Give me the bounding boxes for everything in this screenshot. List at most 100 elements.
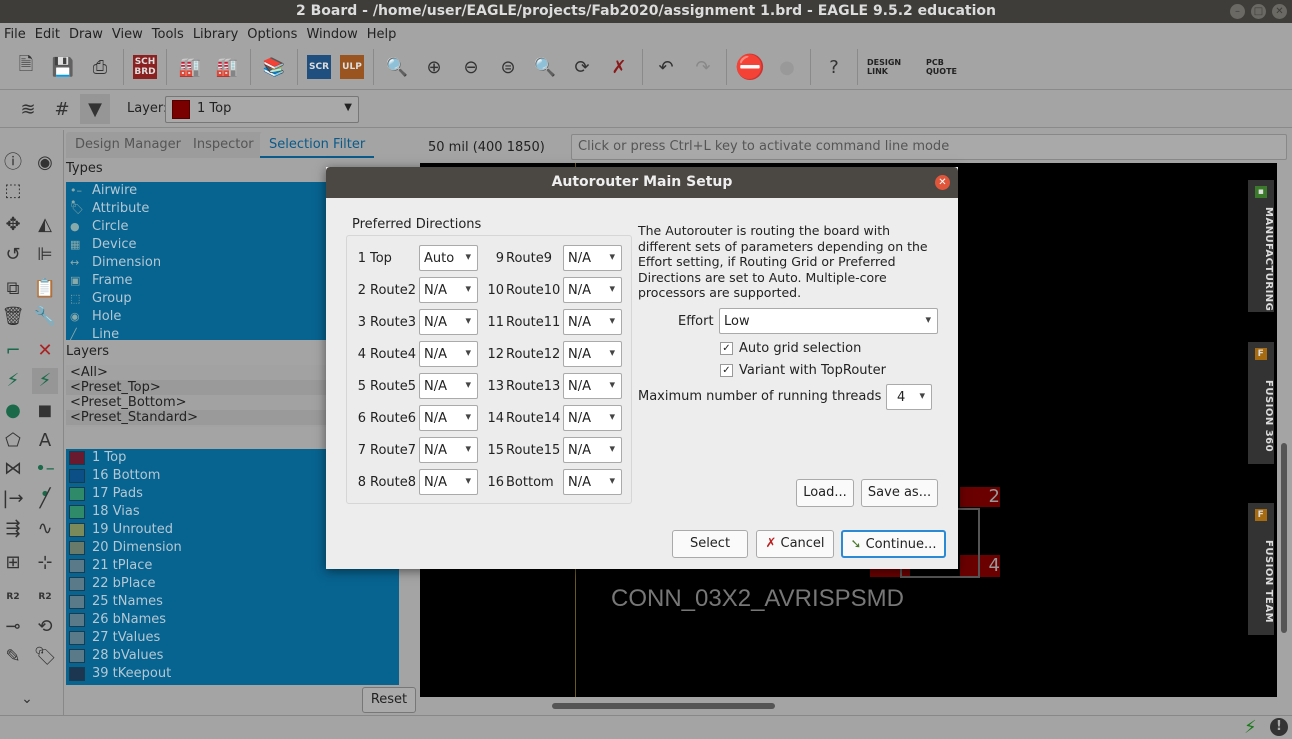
fusion-team-side-tab[interactable]: F FUSION TEAM <box>1248 503 1274 635</box>
filter-icon[interactable]: ▼ <box>80 94 110 124</box>
layer-settings-icon[interactable]: ≋ <box>14 95 42 123</box>
menu-edit[interactable]: Edit <box>31 23 65 45</box>
rotate-icon[interactable]: ↺ <box>0 242 26 268</box>
go-icon[interactable]: ● <box>773 53 801 81</box>
layer-select[interactable]: 1 Top ▼ <box>165 96 359 123</box>
variant-toprouter-checkbox[interactable]: ✓ <box>720 364 733 377</box>
signal-icon[interactable]: ⋈ <box>0 456 26 482</box>
ulp-icon[interactable]: ULP <box>340 55 364 79</box>
info-icon[interactable]: ⓘ <box>0 150 26 176</box>
hole-icon[interactable]: ◼ <box>32 398 58 424</box>
menu-view[interactable]: View <box>108 23 148 45</box>
move-icon[interactable]: ✥ <box>0 212 26 238</box>
redo-icon[interactable]: ↷ <box>689 53 717 81</box>
sch-brd-switch-icon[interactable]: SCH BRD <box>133 55 157 79</box>
select-button[interactable]: Select <box>672 530 748 558</box>
via-icon[interactable]: ● <box>0 398 26 424</box>
delete-icon[interactable]: 🗑 <box>0 304 26 330</box>
show-icon[interactable]: ◉ <box>32 150 58 176</box>
add-icon[interactable]: ⊞ <box>0 550 26 576</box>
zoom-out-icon[interactable]: ⊖ <box>457 53 485 81</box>
zoom-in-icon[interactable]: ⊕ <box>420 53 448 81</box>
open-icon[interactable]: 🗎 <box>12 53 40 81</box>
direction-select[interactable]: N/A <box>419 405 478 431</box>
layer-row[interactable]: 26 bNames <box>66 611 399 629</box>
direction-select[interactable]: Auto <box>419 245 478 271</box>
grid-icon[interactable]: # <box>48 95 76 123</box>
route-auto-icon[interactable]: ⚡ <box>32 368 58 394</box>
direction-select[interactable]: N/A <box>563 341 622 367</box>
library-icon[interactable]: 📚 <box>260 53 288 81</box>
autorouter-icon[interactable]: ⚡ <box>0 368 26 394</box>
layer-row[interactable]: 28 bValues <box>66 647 399 665</box>
ripup-icon[interactable]: ✕ <box>32 338 58 364</box>
menu-library[interactable]: Library <box>189 23 243 45</box>
direction-select[interactable]: N/A <box>419 341 478 367</box>
menu-options[interactable]: Options <box>243 23 302 45</box>
split-icon[interactable]: ⊸ <box>0 614 26 640</box>
manufacturing-export-icon[interactable]: 🏭 <box>213 53 241 81</box>
name-icon[interactable]: R2 <box>32 584 58 610</box>
menu-help[interactable]: Help <box>363 23 402 45</box>
vertical-scrollbar[interactable] <box>1277 163 1292 697</box>
zoom-area-icon[interactable]: 🔍 <box>531 53 559 81</box>
replace-icon[interactable]: ⊹ <box>32 550 58 576</box>
zoom-fit-icon[interactable]: 🔍 <box>383 53 411 81</box>
command-line-input[interactable]: Click or press Ctrl+L key to activate co… <box>571 134 1287 160</box>
layer-row[interactable]: 39 tKeepout <box>66 665 399 683</box>
dimension-icon[interactable]: |→ <box>0 486 26 512</box>
mirror-icon[interactable]: ◭ <box>32 212 58 238</box>
script-icon[interactable]: SCR <box>307 55 331 79</box>
redraw-icon[interactable]: ⟳ <box>568 53 596 81</box>
cancel-button[interactable]: ✗ Cancel <box>756 530 834 558</box>
print-icon[interactable]: ⎙ <box>86 53 114 81</box>
direction-select[interactable]: N/A <box>419 309 478 335</box>
lightning-icon[interactable]: ⚡ <box>1244 717 1257 738</box>
lock-icon[interactable]: ✎ <box>0 644 26 670</box>
align-icon[interactable]: ⊫ <box>32 242 58 268</box>
help-icon[interactable]: ? <box>820 53 848 81</box>
dialog-close-button[interactable]: ✕ <box>935 175 950 190</box>
line-icon[interactable]: ╱ <box>32 486 58 512</box>
polygon-icon[interactable]: ⬠ <box>0 428 26 454</box>
layer-row[interactable]: 27 tValues <box>66 629 399 647</box>
direction-select[interactable]: N/A <box>563 469 622 495</box>
direction-select[interactable]: N/A <box>563 405 622 431</box>
save-as-button[interactable]: Save as... <box>861 479 938 507</box>
ratsnest-icon[interactable]: ✗ <box>605 53 633 81</box>
paste-icon[interactable]: 📋 <box>32 276 58 302</box>
direction-select[interactable]: N/A <box>563 277 622 303</box>
tab-design-manager[interactable]: Design Manager <box>66 132 190 158</box>
direction-select[interactable]: N/A <box>563 437 622 463</box>
horizontal-scrollbar[interactable] <box>552 703 775 709</box>
maximize-button[interactable]: □ <box>1251 4 1266 19</box>
direction-select[interactable]: N/A <box>419 437 478 463</box>
zoom-select-icon[interactable]: ⊜ <box>494 53 522 81</box>
menu-draw[interactable]: Draw <box>65 23 108 45</box>
direction-select[interactable]: N/A <box>563 373 622 399</box>
fusion-360-side-tab[interactable]: F FUSION 360 <box>1248 342 1274 464</box>
layer-row[interactable]: 22 bPlace <box>66 575 399 593</box>
threads-spinbox[interactable]: 4 <box>886 384 932 410</box>
minimize-button[interactable]: – <box>1230 4 1245 19</box>
menu-tools[interactable]: Tools <box>148 23 189 45</box>
smash-icon[interactable]: ⟲ <box>32 614 58 640</box>
warning-icon[interactable]: ! <box>1270 718 1288 736</box>
direction-select[interactable]: N/A <box>419 469 478 495</box>
cam-processor-icon[interactable]: 🏭 <box>176 53 204 81</box>
attribute-icon[interactable]: 🏷 <box>32 644 58 670</box>
auto-grid-checkbox[interactable]: ✓ <box>720 342 733 355</box>
miter-icon[interactable]: ∿ <box>32 516 58 542</box>
undo-icon[interactable]: ↶ <box>652 53 680 81</box>
meander-icon[interactable]: ⇶ <box>0 516 26 542</box>
direction-select[interactable]: N/A <box>419 373 478 399</box>
manufacturing-side-tab[interactable]: ▪ MANUFACTURING <box>1248 180 1274 312</box>
close-window-button[interactable]: ✕ <box>1272 4 1287 19</box>
direction-select[interactable]: N/A <box>563 245 622 271</box>
wire-icon[interactable]: •–• <box>32 456 58 505</box>
menu-file[interactable]: File <box>0 23 31 45</box>
effort-select[interactable]: Low <box>719 308 938 334</box>
value-icon[interactable]: R2 <box>0 584 26 610</box>
reset-button[interactable]: Reset <box>362 687 416 713</box>
tab-selection-filter[interactable]: Selection Filter <box>260 132 375 158</box>
